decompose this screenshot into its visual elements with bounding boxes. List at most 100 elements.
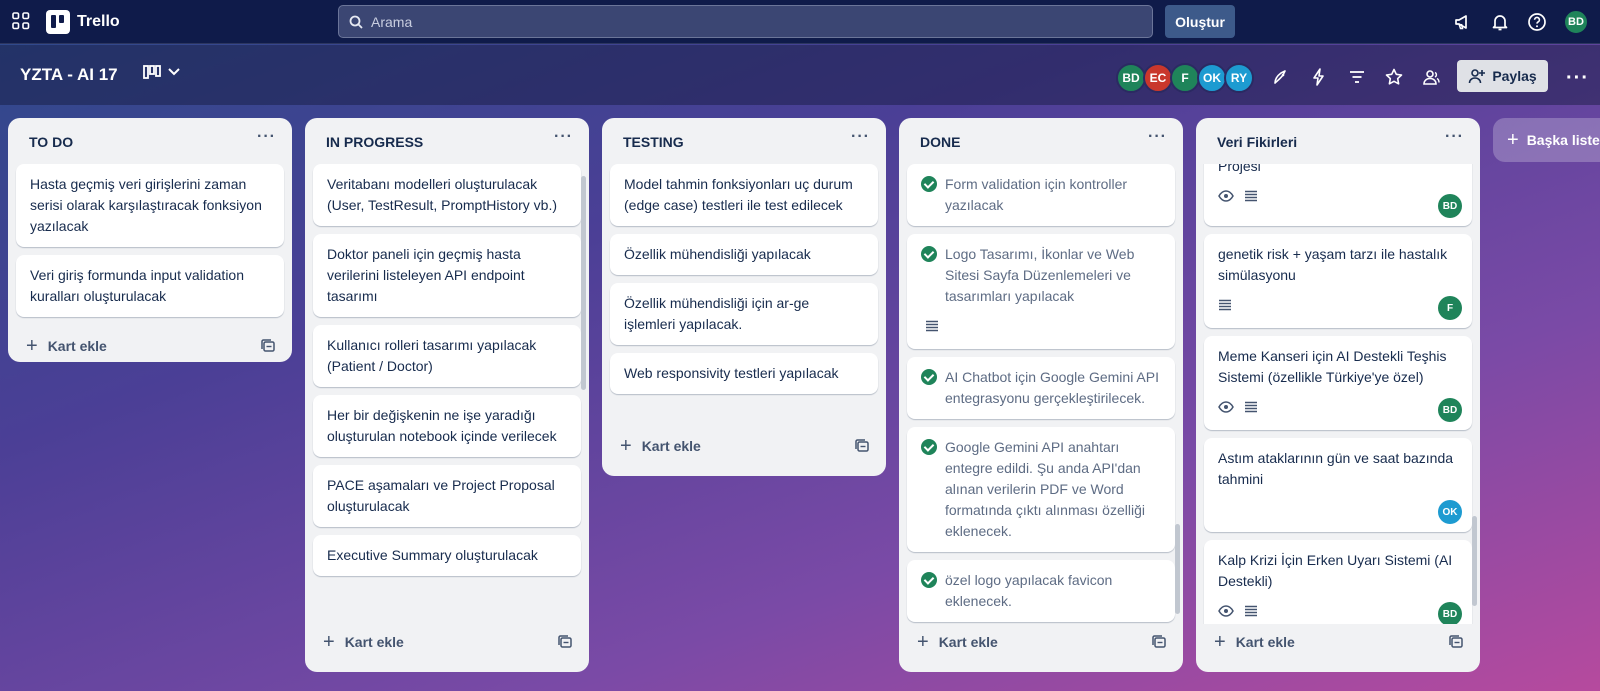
list-actions-icon[interactable]: ··· xyxy=(1148,128,1167,146)
card[interactable]: Astım ataklarının gün ve saat bazında ta… xyxy=(1204,438,1472,532)
card[interactable]: Model tahmin fonksiyonları uç durum (edg… xyxy=(610,164,878,226)
notification-bell-icon[interactable] xyxy=(1490,12,1510,32)
create-from-template-icon[interactable] xyxy=(1151,634,1167,650)
card[interactable]: Özellik mühendisliği yapılacak xyxy=(610,234,878,275)
member-avatar[interactable]: F xyxy=(1170,63,1200,93)
list-scrollbar[interactable] xyxy=(1472,516,1477,606)
card[interactable]: AI Chatbot için Google Gemini API entegr… xyxy=(907,357,1175,419)
member-avatar[interactable]: BD xyxy=(1116,63,1146,93)
card[interactable]: Hasta geçmiş veri girişlerini zaman seri… xyxy=(16,164,284,247)
card-title: özel logo yapılacak favicon eklenecek. xyxy=(945,572,1113,609)
card-member-avatar[interactable]: BD xyxy=(1438,194,1462,218)
add-card-label: Kart ekle xyxy=(641,438,701,454)
list-title[interactable]: IN PROGRESS xyxy=(326,134,423,150)
check-complete-icon[interactable] xyxy=(921,439,937,455)
check-complete-icon[interactable] xyxy=(921,572,937,588)
user-avatar[interactable]: BD xyxy=(1563,9,1589,35)
card-title: Projesi xyxy=(1218,164,1261,174)
list-3[interactable]: DONE ··· Form validation için kontroller y… xyxy=(899,118,1183,672)
list-actions-icon[interactable]: ··· xyxy=(554,128,573,146)
list-title[interactable]: TO DO xyxy=(29,134,73,150)
done-card-row: AI Chatbot için Google Gemini API entegr… xyxy=(921,367,1161,409)
list-title[interactable]: Veri Fikirleri xyxy=(1217,134,1297,150)
card[interactable]: özel logo yapılacak favicon eklenecek. xyxy=(907,560,1175,622)
list-0[interactable]: TO DO ··· Hasta geçmiş veri girişlerini za… xyxy=(8,118,292,362)
create-from-template-icon[interactable] xyxy=(260,338,276,354)
card[interactable]: Her bir değişkenin ne işe yaradığı oluşt… xyxy=(313,395,581,457)
add-card-button[interactable]: + Kart ekle xyxy=(8,328,292,364)
workspace-visibility-icon[interactable] xyxy=(1421,67,1441,87)
search-box[interactable] xyxy=(338,5,1153,38)
list-header: Veri Fikirleri ··· xyxy=(1196,118,1480,164)
board-view-switcher[interactable] xyxy=(143,65,181,79)
list-actions-icon[interactable]: ··· xyxy=(1445,128,1464,146)
card[interactable]: Veri giriş formunda input validation kur… xyxy=(16,255,284,317)
create-from-template-icon[interactable] xyxy=(854,438,870,454)
member-avatar[interactable]: OK xyxy=(1197,63,1227,93)
list-title[interactable]: DONE xyxy=(920,134,960,150)
star-icon[interactable] xyxy=(1384,67,1404,87)
card[interactable]: Google Gemini API anahtarı entegre edild… xyxy=(907,427,1175,552)
power-ups-icon[interactable] xyxy=(1271,67,1291,87)
card[interactable]: PACE aşamaları ve Project Proposal oluşt… xyxy=(313,465,581,527)
card-list: Model tahmin fonksiyonları uç durum (edg… xyxy=(602,164,886,428)
card[interactable]: genetik risk + yaşam tarzı ile hastalık … xyxy=(1204,234,1472,328)
create-from-template-icon[interactable] xyxy=(1448,634,1464,650)
check-complete-icon[interactable] xyxy=(921,369,937,385)
list-actions-icon[interactable]: ··· xyxy=(851,128,870,146)
list-4[interactable]: Veri Fikirleri ··· Projesi BD genetik risk +… xyxy=(1196,118,1480,672)
card-list-inner: Projesi BD genetik risk + yaşam tarzı ile … xyxy=(1204,164,1472,624)
create-from-template-icon[interactable] xyxy=(557,634,573,650)
member-initials: OK xyxy=(1203,71,1221,85)
automation-lightning-icon[interactable] xyxy=(1309,67,1329,87)
card[interactable]: Web responsivity testleri yapılacak xyxy=(610,353,878,394)
card[interactable]: Veritabanı modelleri oluşturulacak (User… xyxy=(313,164,581,226)
list-scrollbar[interactable] xyxy=(1175,524,1180,614)
check-complete-icon[interactable] xyxy=(921,246,937,262)
watch-eye-icon xyxy=(1218,190,1234,202)
card[interactable]: Form validation için kontroller yazılaca… xyxy=(907,164,1175,226)
card-title: Google Gemini API anahtarı entegre edild… xyxy=(945,439,1145,539)
filter-icon[interactable] xyxy=(1347,67,1367,87)
create-button[interactable]: Oluştur xyxy=(1165,5,1235,38)
card-member-avatar[interactable]: F xyxy=(1438,296,1462,320)
card[interactable]: Kullanıcı rolleri tasarımı yapılacak (Pa… xyxy=(313,325,581,387)
search-input[interactable] xyxy=(371,13,1131,30)
card[interactable]: Meme Kanseri için AI Destekli Teşhis Sis… xyxy=(1204,336,1472,430)
member-avatar[interactable]: EC xyxy=(1143,63,1173,93)
share-button[interactable]: Paylaş xyxy=(1457,60,1548,92)
board-menu-icon[interactable]: ··· xyxy=(1566,67,1589,90)
card[interactable]: Doktor paneli için geçmiş hasta verileri… xyxy=(313,234,581,317)
trello-logo[interactable]: Trello xyxy=(46,10,120,34)
add-card-button[interactable]: + Kart ekle xyxy=(305,624,589,660)
add-another-list-button[interactable]: + Başka liste ekle xyxy=(1493,118,1600,162)
card-member-avatar[interactable]: BD xyxy=(1438,602,1462,624)
card[interactable]: Kalp Krizi İçin Erken Uyarı Sistemi (AI … xyxy=(1204,540,1472,624)
app-name: Trello xyxy=(77,13,120,30)
card[interactable]: Executive Summary oluşturulacak xyxy=(313,535,581,576)
add-card-button[interactable]: + Kart ekle xyxy=(899,624,1183,660)
board-members: BD EC F OK RY xyxy=(1116,63,1254,93)
card-member-avatar[interactable]: BD xyxy=(1438,398,1462,422)
share-button-label: Paylaş xyxy=(1492,68,1537,84)
check-complete-icon[interactable] xyxy=(921,176,937,192)
list-actions-icon[interactable]: ··· xyxy=(257,128,276,146)
watch-eye-icon xyxy=(1218,605,1234,617)
card-member-avatar[interactable]: OK xyxy=(1438,500,1462,524)
card[interactable]: Logo Tasarımı, İkonlar ve Web Sitesi Say… xyxy=(907,234,1175,349)
card-title: genetik risk + yaşam tarzı ile hastalık … xyxy=(1218,246,1448,283)
add-card-button[interactable]: + Kart ekle xyxy=(602,428,886,464)
list-title[interactable]: TESTING xyxy=(623,134,684,150)
app-switcher-icon[interactable] xyxy=(12,12,30,30)
megaphone-icon[interactable] xyxy=(1453,12,1473,32)
add-card-button[interactable]: + Kart ekle xyxy=(1196,624,1480,660)
card-title: Özellik mühendisliği için ar-ge işlemler… xyxy=(624,295,810,332)
board-title[interactable]: YZTA - AI 17 xyxy=(20,65,118,85)
card[interactable]: Özellik mühendisliği için ar-ge işlemler… xyxy=(610,283,878,345)
help-icon[interactable] xyxy=(1527,12,1547,32)
list-1[interactable]: IN PROGRESS ··· Veritabanı modelleri oluşt… xyxy=(305,118,589,672)
list-scrollbar[interactable] xyxy=(581,176,586,390)
list-2[interactable]: TESTING ··· Model tahmin fonksiyonları uç … xyxy=(602,118,886,476)
card[interactable]: Projesi BD xyxy=(1204,164,1472,226)
member-avatar[interactable]: RY xyxy=(1224,63,1254,93)
